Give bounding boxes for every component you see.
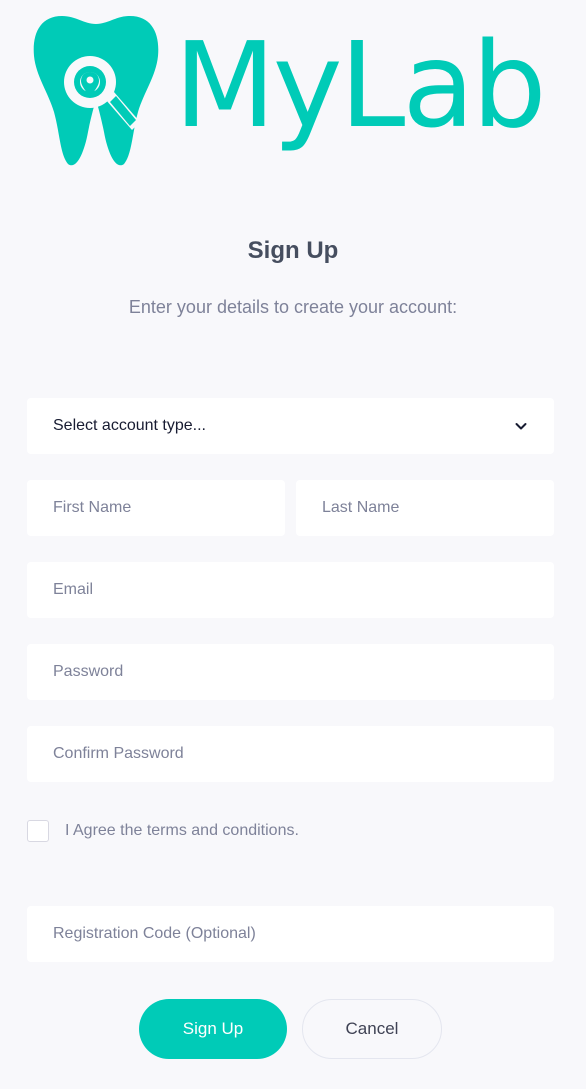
brand-name: MyLab: [174, 16, 547, 154]
last-name-input[interactable]: [296, 480, 554, 536]
agree-terms-label: I Agree the terms and conditions.: [65, 822, 299, 839]
sign-up-button[interactable]: Sign Up: [139, 999, 287, 1059]
account-type-value: Select account type...: [53, 417, 206, 434]
cancel-button[interactable]: Cancel: [302, 999, 442, 1059]
page-subtitle: Enter your details to create your accoun…: [128, 297, 458, 317]
password-input[interactable]: [27, 644, 554, 700]
registration-code-input[interactable]: [27, 906, 554, 962]
agree-terms-checkbox[interactable]: [27, 820, 49, 842]
chevron-down-icon: [515, 423, 527, 430]
brand-logo: MyLab: [32, 14, 552, 166]
page-title: Sign Up: [247, 237, 339, 264]
agree-terms-row: I Agree the terms and conditions.: [27, 820, 299, 842]
tooth-magnifier-icon: [33, 16, 159, 166]
email-input[interactable]: [27, 562, 554, 618]
signup-page: MyLab Sign Up Enter your details to crea…: [0, 0, 586, 1089]
first-name-input[interactable]: [27, 480, 285, 536]
confirm-password-input[interactable]: [27, 726, 554, 782]
account-type-select[interactable]: Select account type...: [27, 398, 554, 454]
